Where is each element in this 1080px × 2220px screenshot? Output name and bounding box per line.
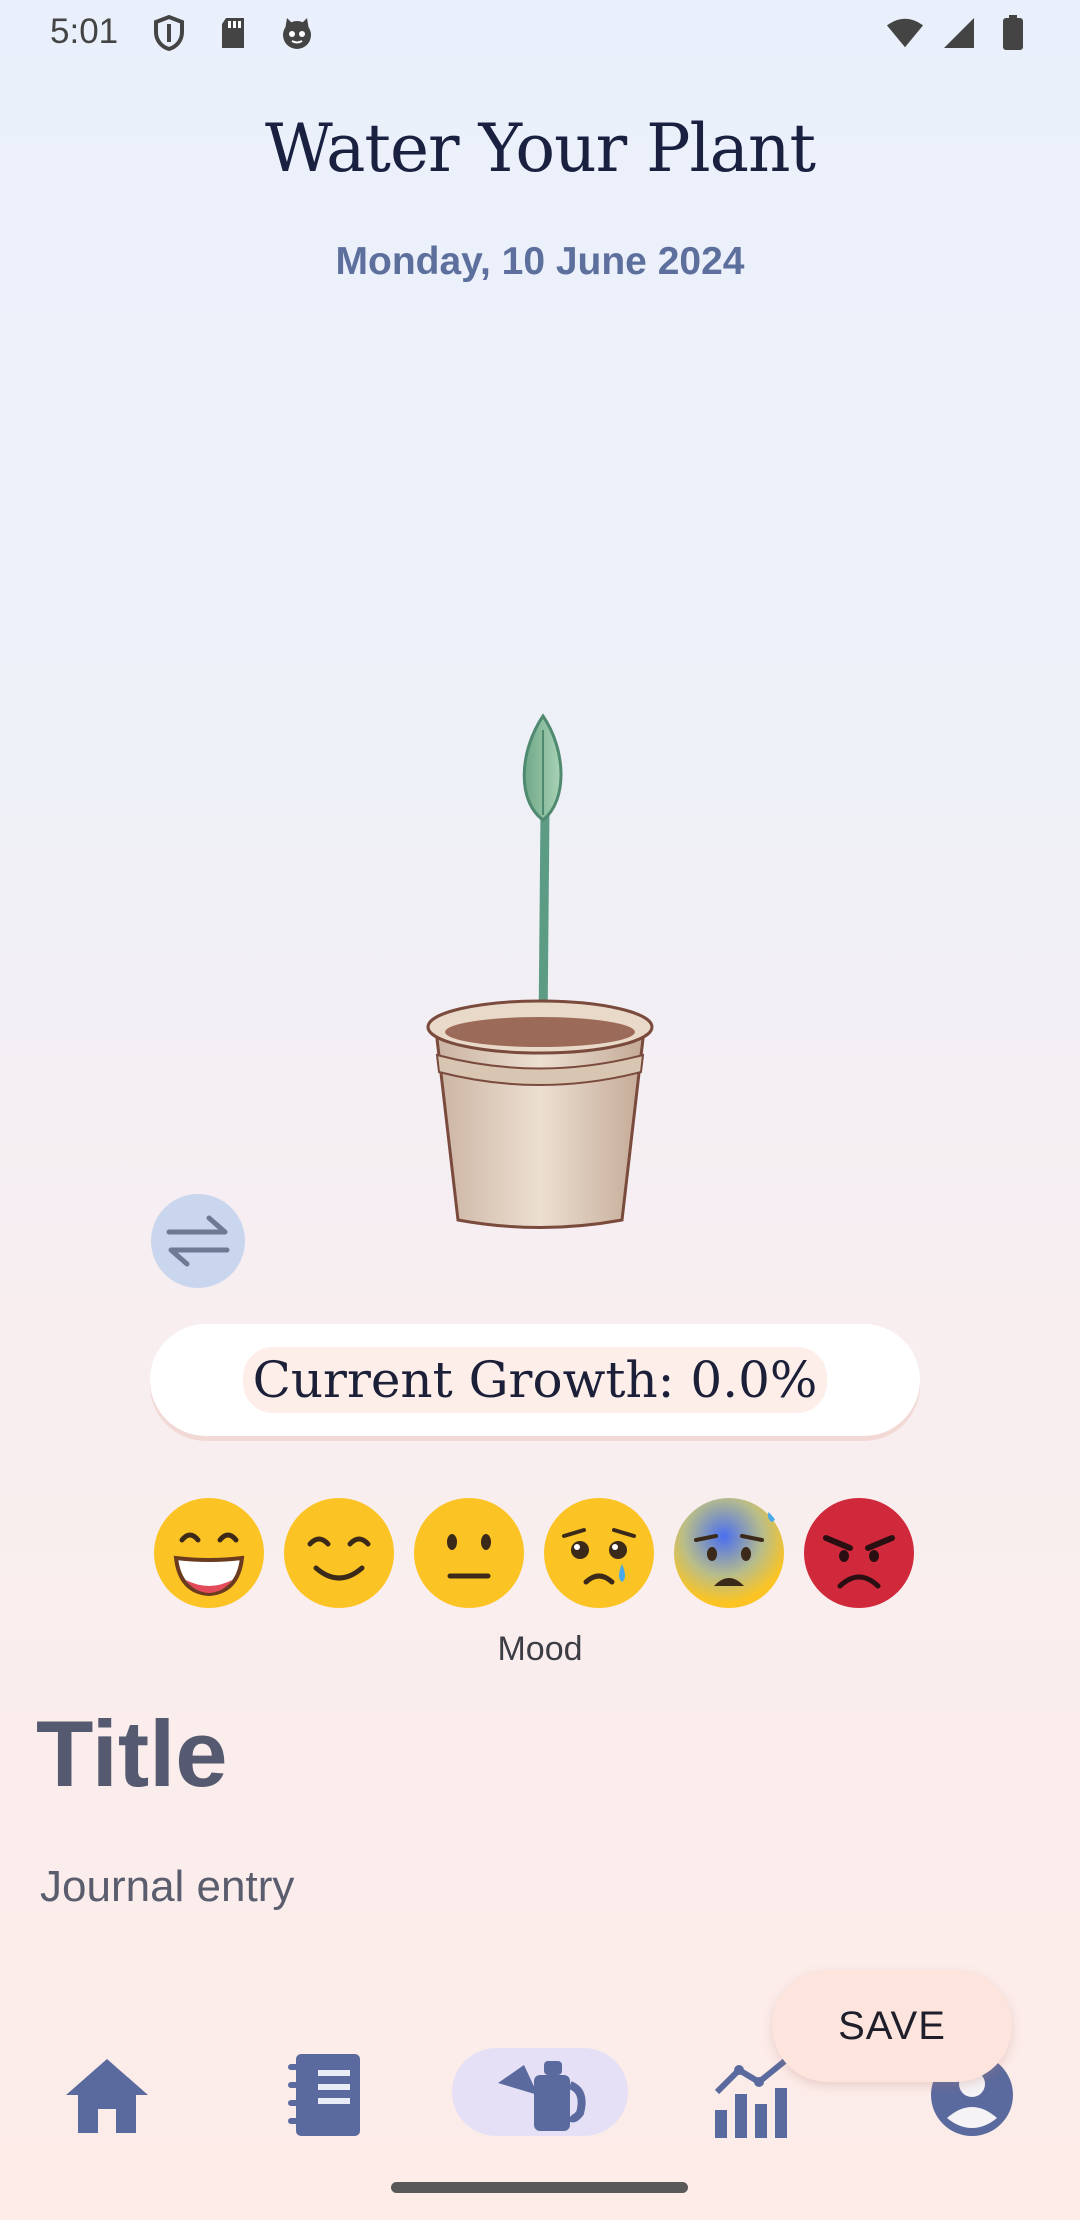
growth-label: Current Growth: 0.0%	[242, 1347, 828, 1413]
swap-arrows-icon	[166, 1215, 230, 1267]
wifi-icon	[886, 14, 924, 52]
save-button[interactable]: SAVE	[772, 1970, 1012, 2082]
status-time: 5:01	[50, 12, 119, 51]
battery-icon	[994, 14, 1032, 52]
status-bar: 5:01	[0, 0, 1080, 66]
anxious-sweat-face-icon[interactable]	[672, 1496, 786, 1610]
neutral-face-icon[interactable]	[412, 1496, 526, 1610]
journal-entry-input[interactable]: Journal entry	[40, 1862, 294, 1912]
nav-home[interactable]	[57, 2048, 157, 2142]
crying-face-icon[interactable]	[542, 1496, 656, 1610]
mood-label: Mood	[497, 1630, 583, 1668]
page-title: Water Your Plant	[264, 110, 816, 187]
swap-plant-button[interactable]	[151, 1194, 245, 1288]
journal-icon	[288, 2054, 360, 2136]
cat-icon	[278, 14, 316, 52]
home-indicator[interactable]	[391, 2182, 688, 2193]
nav-journal[interactable]	[274, 2048, 374, 2142]
home-icon	[66, 2059, 148, 2133]
title-input[interactable]: Title	[36, 1700, 228, 1808]
watering-can-icon	[498, 2061, 586, 2131]
sd-card-icon	[214, 14, 252, 52]
page-date: Monday, 10 June 2024	[335, 240, 745, 283]
growth-indicator: Current Growth: 0.0%	[150, 1324, 920, 1436]
nav-water[interactable]	[490, 2048, 590, 2142]
angry-face-icon[interactable]	[802, 1496, 916, 1610]
signal-icon	[940, 14, 978, 52]
shield-icon	[150, 14, 188, 52]
mood-selector	[152, 1496, 916, 1610]
smiling-face-icon[interactable]	[282, 1496, 396, 1610]
grinning-face-icon[interactable]	[152, 1496, 266, 1610]
potted-plant-illustration	[426, 713, 654, 1229]
